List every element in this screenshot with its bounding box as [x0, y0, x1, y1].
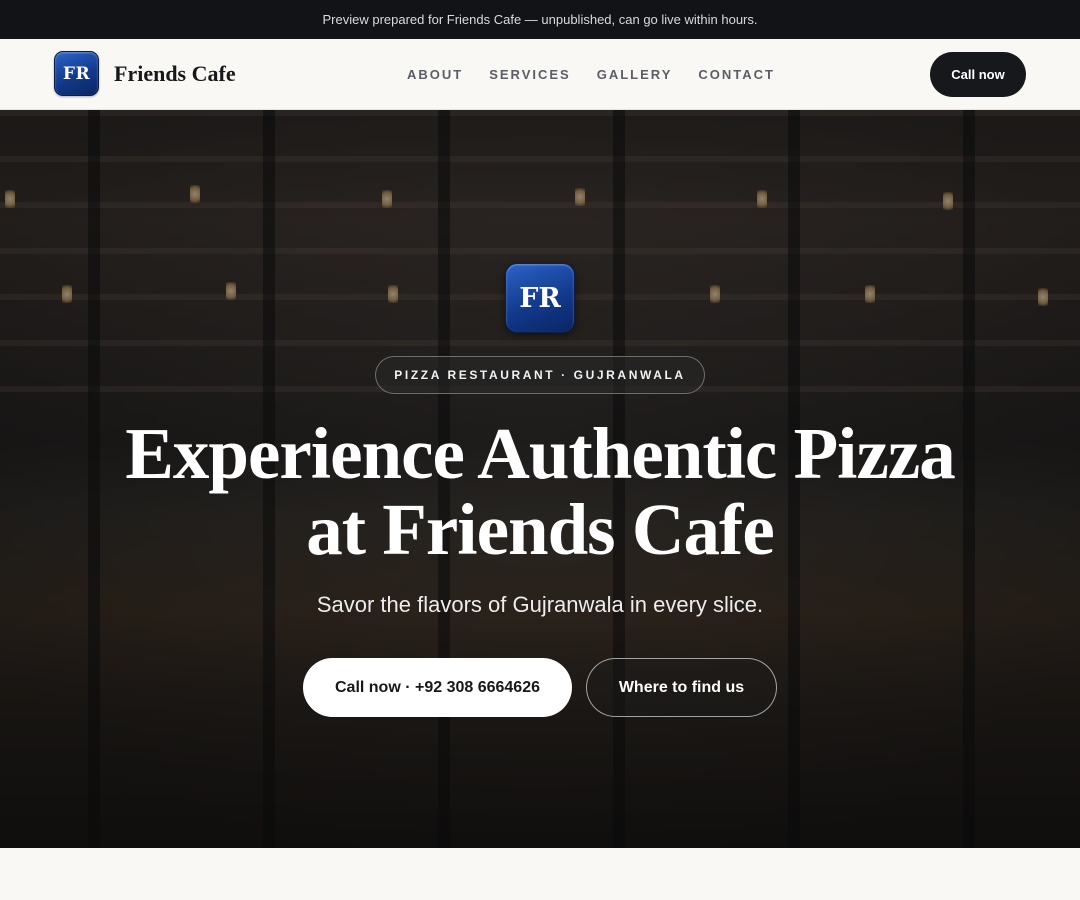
hero-subtitle: Savor the flavors of Gujranwala in every…: [316, 592, 764, 617]
hero-section: FR PIZZA RESTAURANT · GUJRANWALA Experie…: [0, 110, 1080, 848]
nav-about-link[interactable]: ABOUT: [407, 67, 463, 82]
announcement-bar: Preview prepared for Friends Cafe — unpu…: [0, 0, 1080, 39]
next-section: [0, 848, 1080, 900]
brand-name: Friends Cafe: [114, 60, 236, 86]
hero-headline-line2: at Friends Cafe: [306, 489, 775, 570]
site-header: FR Friends Cafe ABOUT SERVICES GALLERY C…: [0, 39, 1080, 110]
nav-gallery-link[interactable]: GALLERY: [597, 67, 673, 82]
hero-headline-line1: Experience Authentic Pizza: [125, 413, 956, 494]
hero-logo: FR: [505, 263, 575, 333]
find-us-button[interactable]: Where to find us: [586, 658, 777, 717]
category-badge: PIZZA RESTAURANT · GUJRANWALA: [375, 356, 705, 394]
header-call-button[interactable]: Call now: [930, 52, 1026, 97]
hero-headline: Experience Authentic Pizza at Friends Ca…: [90, 416, 990, 568]
nav-contact-link[interactable]: CONTACT: [698, 67, 775, 82]
announcement-text: Preview prepared for Friends Cafe — unpu…: [322, 12, 758, 27]
brand-logo: FR: [54, 51, 99, 96]
hero-call-button[interactable]: Call now · +92 308 6664626: [303, 658, 572, 717]
main-nav: ABOUT SERVICES GALLERY CONTACT: [407, 39, 775, 110]
brand[interactable]: FR Friends Cafe: [54, 51, 236, 96]
nav-services-link[interactable]: SERVICES: [489, 67, 571, 82]
